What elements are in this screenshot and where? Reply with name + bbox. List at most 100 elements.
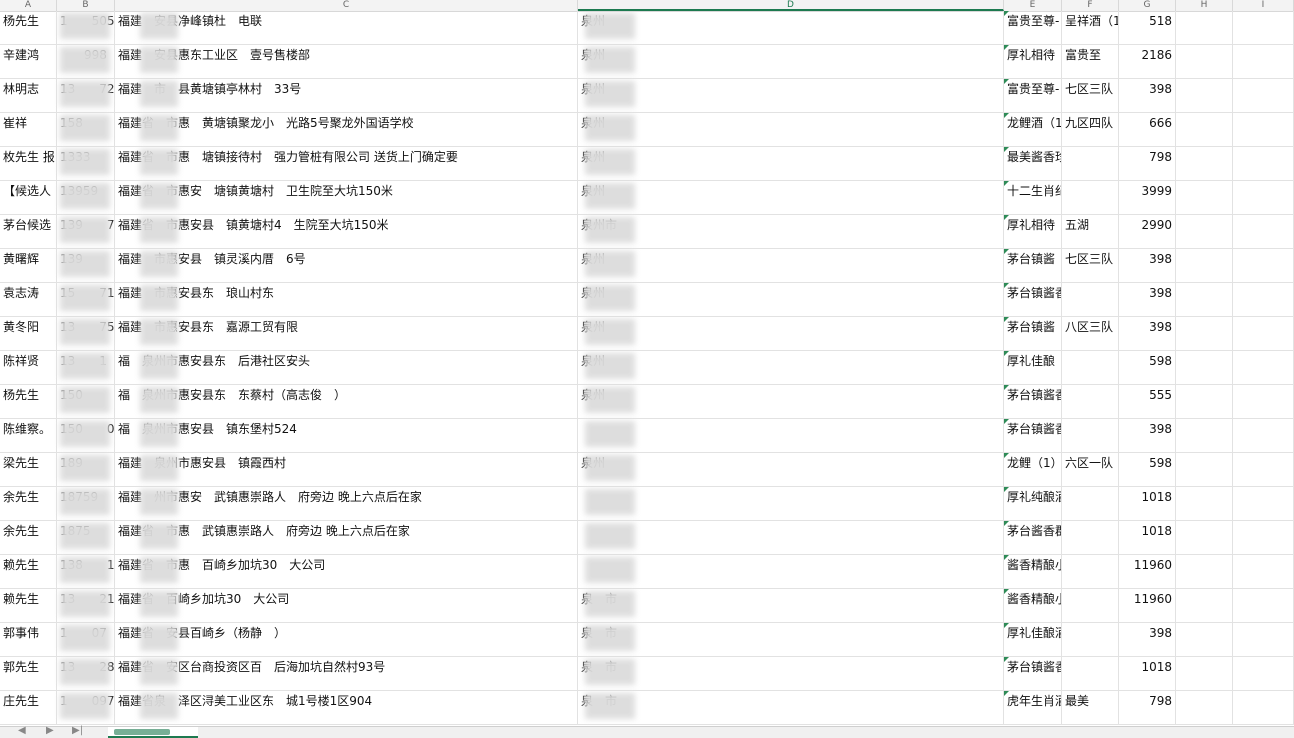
cell-f[interactable] <box>1062 487 1119 520</box>
cell-g[interactable]: 598 <box>1119 351 1176 384</box>
table-row[interactable]: 【候选人13959福建省 市惠安 塘镇黄塘村 卫生院至大坑150米泉州十二生肖纪… <box>0 181 1294 215</box>
cell-f[interactable] <box>1062 181 1119 214</box>
cell-a[interactable]: 林明志 <box>0 79 57 112</box>
cell-e[interactable]: 酱香精酿小酒（品鉴 <box>1004 555 1062 588</box>
cell-a[interactable]: 黄曙辉 <box>0 249 57 282</box>
cell-h[interactable] <box>1176 453 1233 486</box>
cell-i[interactable] <box>1233 419 1294 452</box>
cell-f[interactable] <box>1062 657 1119 690</box>
cell-a[interactable]: 茅台候选 <box>0 215 57 248</box>
cell-f[interactable] <box>1062 521 1119 554</box>
cell-g[interactable]: 398 <box>1119 419 1176 452</box>
cell-i[interactable] <box>1233 385 1294 418</box>
cell-c[interactable]: 福建省 市惠 武镇惠崇路人 府旁边 晚上六点后在家 <box>115 521 578 554</box>
cell-e[interactable]: 厚礼佳酿（箱）（2） <box>1004 351 1062 384</box>
cell-i[interactable] <box>1233 487 1294 520</box>
column-header-f[interactable]: F <box>1062 0 1119 11</box>
cell-c[interactable]: 福建 州市惠安 武镇惠崇路人 府旁边 晚上六点后在家 <box>115 487 578 520</box>
cell-c[interactable]: 福建 市惠安县东 嘉源工贸有限 <box>115 317 578 350</box>
table-row[interactable]: 茅台候选139 7福建省 市惠安县 镇黄塘村4 生院至大坑150米泉州市厚礼相待… <box>0 215 1294 249</box>
cell-g[interactable]: 798 <box>1119 691 1176 724</box>
scroll-left-icon[interactable]: ◀ <box>18 725 26 736</box>
cell-i[interactable] <box>1233 623 1294 656</box>
cell-d[interactable]: 泉州 <box>578 113 1004 146</box>
column-header-a[interactable]: A <box>0 0 57 11</box>
cell-a[interactable]: 梁先生 <box>0 453 57 486</box>
table-row[interactable]: 陈维察。150 0福 泉州市惠安县 镇东堡村524茅台镇酱香郡贵（箱398 <box>0 419 1294 453</box>
cell-e[interactable]: 茅台镇酱 <box>1004 249 1062 282</box>
cell-a[interactable]: 余先生 <box>0 487 57 520</box>
cell-c[interactable]: 福建 市惠安县 镇灵溪内厝 6号 <box>115 249 578 282</box>
cell-a[interactable]: 辛建鸿 <box>0 45 57 78</box>
cell-i[interactable] <box>1233 249 1294 282</box>
cell-e[interactable]: 厚礼纯酿酒（箱）（ <box>1004 487 1062 520</box>
table-row[interactable]: 余先生1875福建省 市惠 武镇惠崇路人 府旁边 晚上六点后在家茅台酱香郡贵三星… <box>0 521 1294 555</box>
cell-d[interactable]: 泉州 <box>578 79 1004 112</box>
cell-g[interactable]: 11960 <box>1119 555 1176 588</box>
cell-g[interactable]: 518 <box>1119 11 1176 44</box>
cell-e[interactable]: 富贵至尊- <box>1004 11 1062 44</box>
cell-a[interactable]: 【候选人 <box>0 181 57 214</box>
cell-f[interactable] <box>1062 555 1119 588</box>
cell-i[interactable] <box>1233 79 1294 112</box>
cell-e[interactable]: 虎年生肖酒（2） <box>1004 691 1062 724</box>
cell-e[interactable]: 酱香精酿小酒（品鉴 <box>1004 589 1062 622</box>
cell-i[interactable] <box>1233 351 1294 384</box>
cell-h[interactable] <box>1176 419 1233 452</box>
cell-i[interactable] <box>1233 657 1294 690</box>
cell-f[interactable] <box>1062 351 1119 384</box>
cell-h[interactable] <box>1176 589 1233 622</box>
cell-i[interactable] <box>1233 317 1294 350</box>
cell-c[interactable]: 福建省 百崎乡加坑30 大公司 <box>115 589 578 622</box>
cell-g[interactable]: 398 <box>1119 79 1176 112</box>
cell-e[interactable]: 龙鲤酒（1 <box>1004 113 1062 146</box>
cell-e[interactable]: 最美酱香珍酿酒（1） <box>1004 147 1062 180</box>
cell-d[interactable] <box>578 419 1004 452</box>
cell-a[interactable]: 陈维察。 <box>0 419 57 452</box>
cell-e[interactable]: 厚礼佳酿酒（箱）（ <box>1004 623 1062 656</box>
cell-d[interactable] <box>578 555 1004 588</box>
cell-h[interactable] <box>1176 249 1233 282</box>
cell-a[interactable]: 杨先生 <box>0 11 57 44</box>
cell-d[interactable] <box>578 521 1004 554</box>
cell-h[interactable] <box>1176 147 1233 180</box>
cell-i[interactable] <box>1233 453 1294 486</box>
cell-f[interactable]: 八区三队 <box>1062 317 1119 350</box>
cell-h[interactable] <box>1176 351 1233 384</box>
table-row[interactable]: 辛建鸿 998福建 安县惠东工业区 壹号售楼部泉州厚礼相待（2）富贵至2186 <box>0 45 1294 79</box>
cell-a[interactable]: 崔祥 <box>0 113 57 146</box>
cell-d[interactable]: 泉州 <box>578 147 1004 180</box>
cell-g[interactable]: 3999 <box>1119 181 1176 214</box>
cell-c[interactable]: 福建省 市惠安县 镇黄塘村4 生院至大坑150米 <box>115 215 578 248</box>
cell-c[interactable]: 福建 市 县黄塘镇亭林村 33号 <box>115 79 578 112</box>
cell-e[interactable]: 茅台镇酱香郡贵（箱 <box>1004 657 1062 690</box>
cell-d[interactable]: 泉 市 <box>578 657 1004 690</box>
table-row[interactable]: 赖先生13 21福建省 百崎乡加坑30 大公司泉 市酱香精酿小酒（品鉴11960 <box>0 589 1294 623</box>
cell-a[interactable]: 枚先生 报 <box>0 147 57 180</box>
table-row[interactable]: 黄冬阳13 75福建 市惠安县东 嘉源工贸有限泉州茅台镇酱八区三队398 <box>0 317 1294 351</box>
cell-f[interactable]: 最美 <box>1062 691 1119 724</box>
cell-f[interactable] <box>1062 419 1119 452</box>
table-row[interactable]: 郭先生13 287福建省 安区台商投资区百 后海加坑自然村93号泉 市茅台镇酱香… <box>0 657 1294 691</box>
column-header-c[interactable]: C <box>115 0 578 11</box>
cell-h[interactable] <box>1176 79 1233 112</box>
cell-d[interactable]: 泉 市 <box>578 623 1004 656</box>
cell-a[interactable]: 庄先生 <box>0 691 57 724</box>
cell-a[interactable]: 袁志涛 <box>0 283 57 316</box>
table-row[interactable]: 梁先生189福建 泉州市惠安县 镇霞西村泉州龙鲤（1）六区一队598 <box>0 453 1294 487</box>
table-row[interactable]: 余先生18759福建 州市惠安 武镇惠崇路人 府旁边 晚上六点后在家厚礼纯酿酒（… <box>0 487 1294 521</box>
column-header-h[interactable]: H <box>1176 0 1233 11</box>
cell-h[interactable] <box>1176 215 1233 248</box>
cell-c[interactable]: 福建省 安区台商投资区百 后海加坑自然村93号 <box>115 657 578 690</box>
cell-h[interactable] <box>1176 521 1233 554</box>
cell-e[interactable]: 茅台镇酱香郡贵（箱 <box>1004 283 1062 316</box>
table-row[interactable]: 杨先生1 505福建 安县净峰镇杜 电联泉州富贵至尊-呈祥酒（1518 <box>0 11 1294 45</box>
column-header-b[interactable]: B <box>57 0 115 11</box>
cell-i[interactable] <box>1233 45 1294 78</box>
table-row[interactable]: 郭事伟1 07福建省 安县百崎乡（杨静 ）泉 市厚礼佳酿酒（箱）（398 <box>0 623 1294 657</box>
cell-g[interactable]: 1018 <box>1119 487 1176 520</box>
cell-i[interactable] <box>1233 181 1294 214</box>
cell-g[interactable]: 398 <box>1119 283 1176 316</box>
cell-f[interactable]: 呈祥酒（1 <box>1062 11 1119 44</box>
cell-f[interactable] <box>1062 147 1119 180</box>
